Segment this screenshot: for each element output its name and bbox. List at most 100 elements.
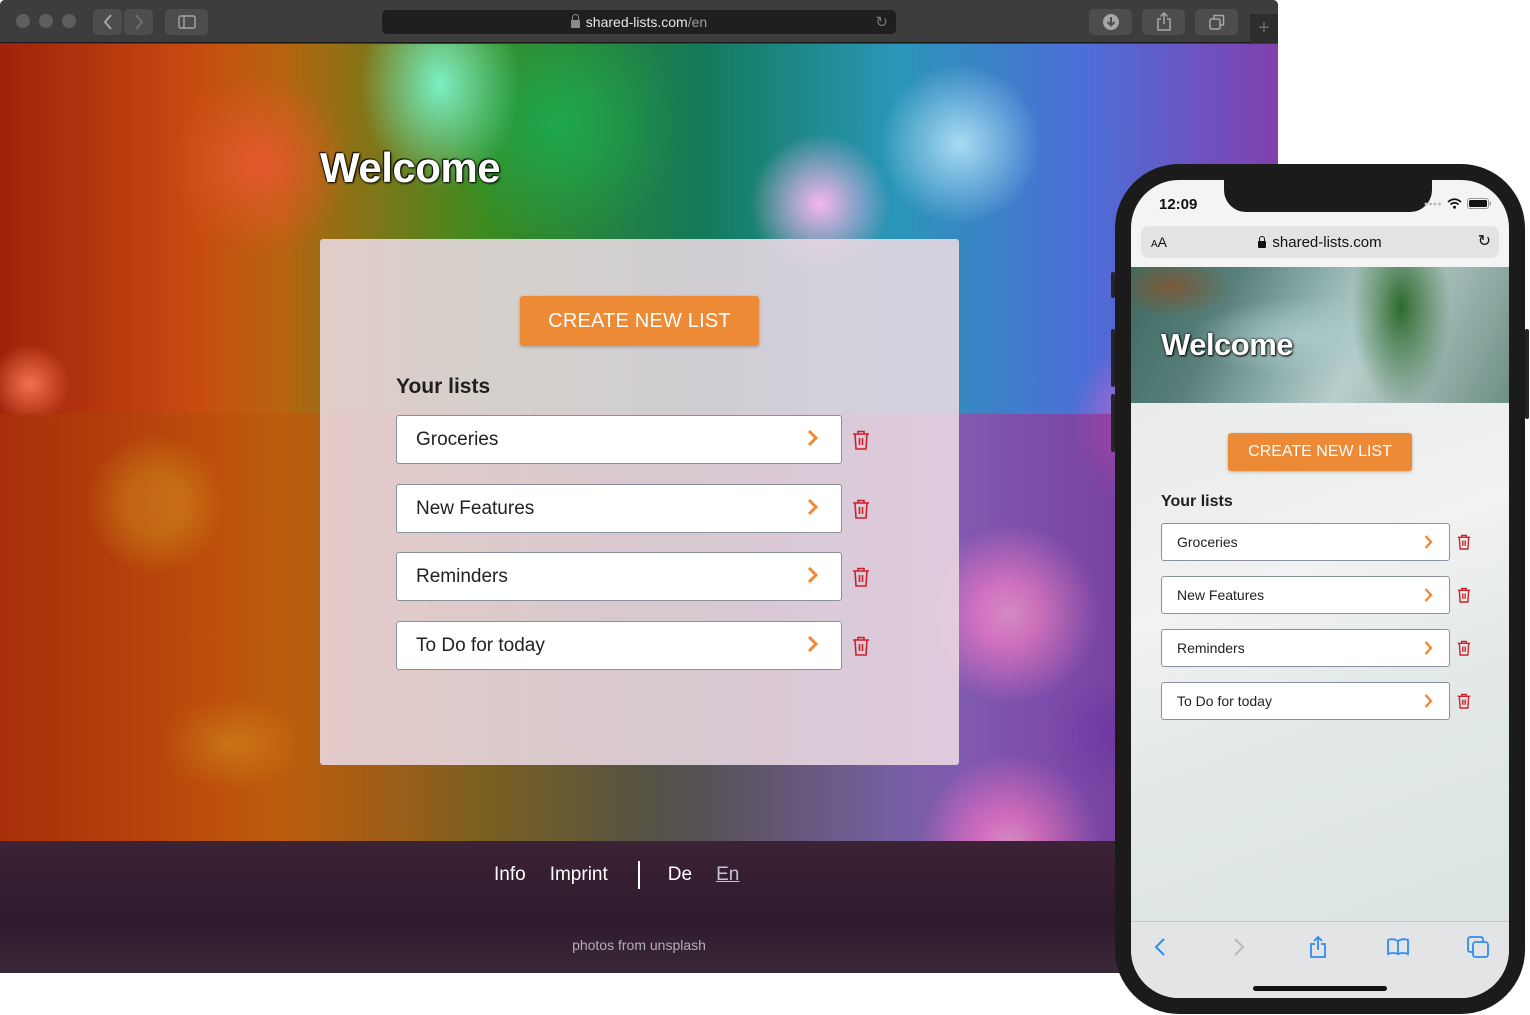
close-window-button[interactable] [16, 14, 30, 28]
list-name: To Do for today [416, 634, 545, 656]
language-en[interactable]: En [716, 864, 739, 886]
trash-icon[interactable] [852, 567, 870, 587]
hero-photo: Welcome [1131, 267, 1509, 403]
list-item[interactable]: To Do for today [1161, 682, 1450, 720]
mobile-phone-frame: 12:09 AA shared-lists.com ↻ Welcome CREA… [1111, 164, 1529, 1014]
list-name: Reminders [416, 565, 508, 587]
list-name: To Do for today [1177, 693, 1272, 709]
signal-icon [1424, 202, 1441, 205]
trash-icon[interactable] [1457, 640, 1471, 656]
mobile-address-bar[interactable]: AA shared-lists.com ↻ [1141, 226, 1499, 258]
list-item[interactable]: Groceries [1161, 523, 1450, 561]
page-title: Welcome [1161, 327, 1294, 362]
list-item[interactable]: Reminders [396, 552, 842, 601]
desktop-browser-window: shared-lists.com/en ↻ + Welcome CREATE N… [0, 0, 1278, 973]
plus-icon: + [1258, 17, 1270, 39]
list-item[interactable]: To Do for today [396, 621, 842, 670]
trash-icon[interactable] [852, 499, 870, 519]
lists-card: CREATE NEW LIST Your lists Groceries New… [320, 239, 959, 765]
text-size-button[interactable]: AA [1151, 234, 1167, 250]
show-tabs-button[interactable] [1195, 9, 1238, 35]
footer-divider [637, 861, 640, 889]
wifi-icon [1447, 198, 1462, 209]
forward-button[interactable] [124, 9, 153, 35]
share-icon [1156, 12, 1171, 31]
address-bar[interactable]: shared-lists.com/en ↻ [382, 10, 896, 34]
list-item[interactable]: Groceries [396, 415, 842, 464]
back-button[interactable] [1145, 934, 1175, 960]
volume-up-button [1111, 329, 1115, 387]
tabs-icon [1467, 936, 1489, 958]
chevron-left-icon [103, 14, 112, 30]
trash-icon[interactable] [852, 636, 870, 656]
back-button[interactable] [93, 9, 122, 35]
list-item[interactable]: Reminders [1161, 629, 1450, 667]
share-icon [1310, 935, 1326, 958]
lock-icon [570, 14, 580, 28]
lists-heading: Your lists [1161, 493, 1233, 510]
page-title: Welcome [320, 144, 501, 191]
lists-heading: Your lists [396, 375, 491, 398]
url-path: /en [687, 14, 708, 30]
back-icon [1154, 938, 1165, 956]
list-name: New Features [416, 497, 535, 519]
trash-icon[interactable] [852, 430, 870, 450]
list-item[interactable]: New Features [1161, 576, 1450, 614]
mobile-url: shared-lists.com [1272, 233, 1382, 251]
trash-icon[interactable] [1457, 587, 1471, 603]
language-de[interactable]: De [668, 864, 692, 886]
list-name: Groceries [1177, 534, 1238, 550]
sidebar-button[interactable] [165, 9, 208, 35]
chevron-right-icon [807, 635, 819, 653]
chevron-right-icon [1424, 535, 1433, 549]
download-icon [1102, 14, 1119, 30]
chevron-right-icon [134, 14, 143, 30]
new-tab-button[interactable]: + [1250, 14, 1278, 43]
share-button[interactable] [1303, 934, 1333, 960]
mobile-toolbar [1131, 921, 1509, 998]
reload-icon[interactable]: ↻ [1478, 231, 1491, 251]
battery-icon [1467, 198, 1491, 209]
tabs-button[interactable] [1463, 934, 1493, 960]
zoom-window-button[interactable] [62, 14, 76, 28]
mute-switch [1111, 272, 1115, 298]
chevron-right-icon [807, 566, 819, 584]
downloads-button[interactable] [1089, 9, 1132, 35]
status-time: 12:09 [1159, 196, 1198, 213]
chevron-right-icon [1424, 694, 1433, 708]
bookmarks-button[interactable] [1383, 934, 1413, 960]
chevron-right-icon [1424, 588, 1433, 602]
create-new-list-button[interactable]: CREATE NEW LIST [520, 296, 759, 346]
mobile-screen: 12:09 AA shared-lists.com ↻ Welcome CREA… [1131, 180, 1509, 998]
power-button [1525, 329, 1529, 419]
minimize-window-button[interactable] [39, 14, 53, 28]
list-item[interactable]: New Features [396, 484, 842, 533]
photo-credit: photos from unsplash [572, 937, 706, 953]
chevron-right-icon [807, 498, 819, 516]
lock-icon [1258, 235, 1267, 248]
desktop-page: Welcome CREATE NEW LIST Your lists Groce… [0, 44, 1278, 973]
status-icons [1424, 198, 1491, 209]
trash-icon[interactable] [1457, 693, 1471, 709]
list-name: Reminders [1177, 640, 1245, 656]
list-name: New Features [1177, 587, 1265, 603]
footer-link-info[interactable]: Info [494, 864, 526, 886]
url-host: shared-lists.com [585, 14, 688, 30]
create-new-list-button[interactable]: CREATE NEW LIST [1228, 433, 1412, 471]
sidebar-icon [177, 15, 196, 29]
forward-button[interactable] [1224, 934, 1254, 960]
tabs-icon [1208, 14, 1224, 30]
mobile-page-body: CREATE NEW LIST Your lists Groceries New… [1131, 403, 1509, 921]
share-button[interactable] [1142, 9, 1185, 35]
trash-icon[interactable] [1457, 534, 1471, 550]
reload-icon[interactable]: ↻ [875, 13, 888, 31]
chevron-right-icon [807, 429, 819, 447]
home-indicator[interactable] [1253, 986, 1387, 991]
footer-link-imprint[interactable]: Imprint [550, 864, 608, 886]
footer-nav: Info Imprint De En [494, 861, 763, 889]
chevron-right-icon [1424, 641, 1433, 655]
notch [1224, 180, 1432, 212]
volume-down-button [1111, 394, 1115, 452]
forward-icon [1234, 938, 1245, 956]
list-name: Groceries [416, 428, 499, 450]
